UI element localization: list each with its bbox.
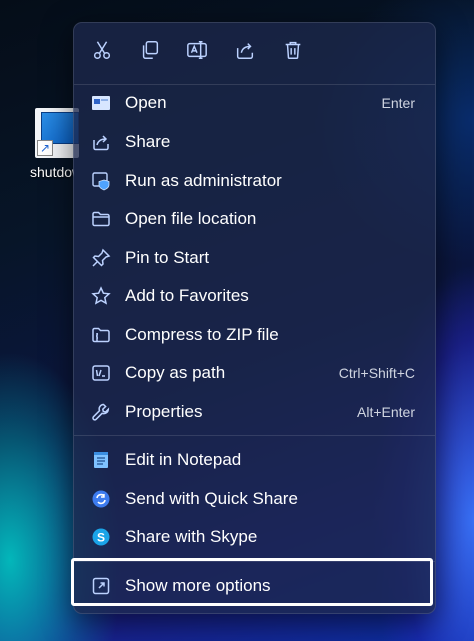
skype-icon: S xyxy=(91,527,111,547)
menu-item-label: Properties xyxy=(125,402,203,421)
share-quick-button[interactable] xyxy=(232,37,258,63)
menu-item-label: Run as administrator xyxy=(125,171,282,190)
star-icon xyxy=(91,286,111,306)
menu-item-share[interactable]: Share xyxy=(78,124,431,160)
menu-item-label: Share xyxy=(125,132,171,151)
zip-icon xyxy=(91,325,111,345)
delete-icon xyxy=(285,41,301,59)
desktop-icon-label: shutdown xyxy=(30,164,74,180)
menu-item-label: Compress to ZIP file xyxy=(125,325,279,344)
open-icon xyxy=(91,93,111,113)
context-menu: Open Enter Share Run as administrator Op… xyxy=(73,22,436,614)
cut-button[interactable] xyxy=(89,37,115,63)
menu-item-shortcut: Ctrl+Shift+C xyxy=(338,365,415,381)
menu-item-run-as-admin[interactable]: Run as administrator xyxy=(78,163,431,199)
folder-icon xyxy=(91,209,111,229)
notepad-icon xyxy=(91,450,111,470)
pin-icon xyxy=(91,248,111,268)
divider xyxy=(74,435,435,436)
menu-item-label: Open file location xyxy=(125,209,257,228)
menu-item-quick-share[interactable]: Send with Quick Share xyxy=(78,481,431,517)
wrench-icon xyxy=(91,402,111,422)
menu-item-label: Edit in Notepad xyxy=(125,450,242,469)
menu-item-label: Pin to Start xyxy=(125,248,210,267)
menu-item-add-to-favorites[interactable]: Add to Favorites xyxy=(78,278,431,314)
quick-share-icon xyxy=(91,489,111,509)
rename-button[interactable] xyxy=(184,37,210,63)
highlight-box xyxy=(71,558,433,606)
share-icon xyxy=(91,132,111,152)
menu-item-open[interactable]: Open Enter xyxy=(78,85,431,121)
menu-item-share-with-skype[interactable]: S Share with Skype xyxy=(78,519,431,555)
menu-item-shortcut: Enter xyxy=(381,95,415,111)
copy-button[interactable] xyxy=(137,37,163,63)
quick-actions-bar xyxy=(74,23,435,79)
copy-icon xyxy=(142,41,159,59)
rename-icon xyxy=(187,41,207,59)
cut-icon xyxy=(93,41,111,59)
menu-item-label: Share with Skype xyxy=(125,527,258,546)
menu-item-open-file-location[interactable]: Open file location xyxy=(78,201,431,237)
path-icon xyxy=(91,363,111,383)
menu-item-edit-in-notepad[interactable]: Edit in Notepad xyxy=(78,442,431,478)
menu-item-copy-as-path[interactable]: Copy as path Ctrl+Shift+C xyxy=(78,355,431,391)
menu-item-pin-to-start[interactable]: Pin to Start xyxy=(78,240,431,276)
shield-icon xyxy=(91,171,111,191)
delete-button[interactable] xyxy=(280,37,306,63)
menu-item-label: Send with Quick Share xyxy=(125,489,298,508)
menu-item-label: Add to Favorites xyxy=(125,286,249,305)
svg-text:S: S xyxy=(97,531,105,545)
share-icon xyxy=(236,43,254,59)
menu-item-shortcut: Alt+Enter xyxy=(357,404,415,420)
menu-item-label: Copy as path xyxy=(125,363,226,382)
menu-item-label: Open xyxy=(125,93,167,112)
menu-item-properties[interactable]: Properties Alt+Enter xyxy=(78,394,431,430)
menu-item-compress-zip[interactable]: Compress to ZIP file xyxy=(78,317,431,353)
